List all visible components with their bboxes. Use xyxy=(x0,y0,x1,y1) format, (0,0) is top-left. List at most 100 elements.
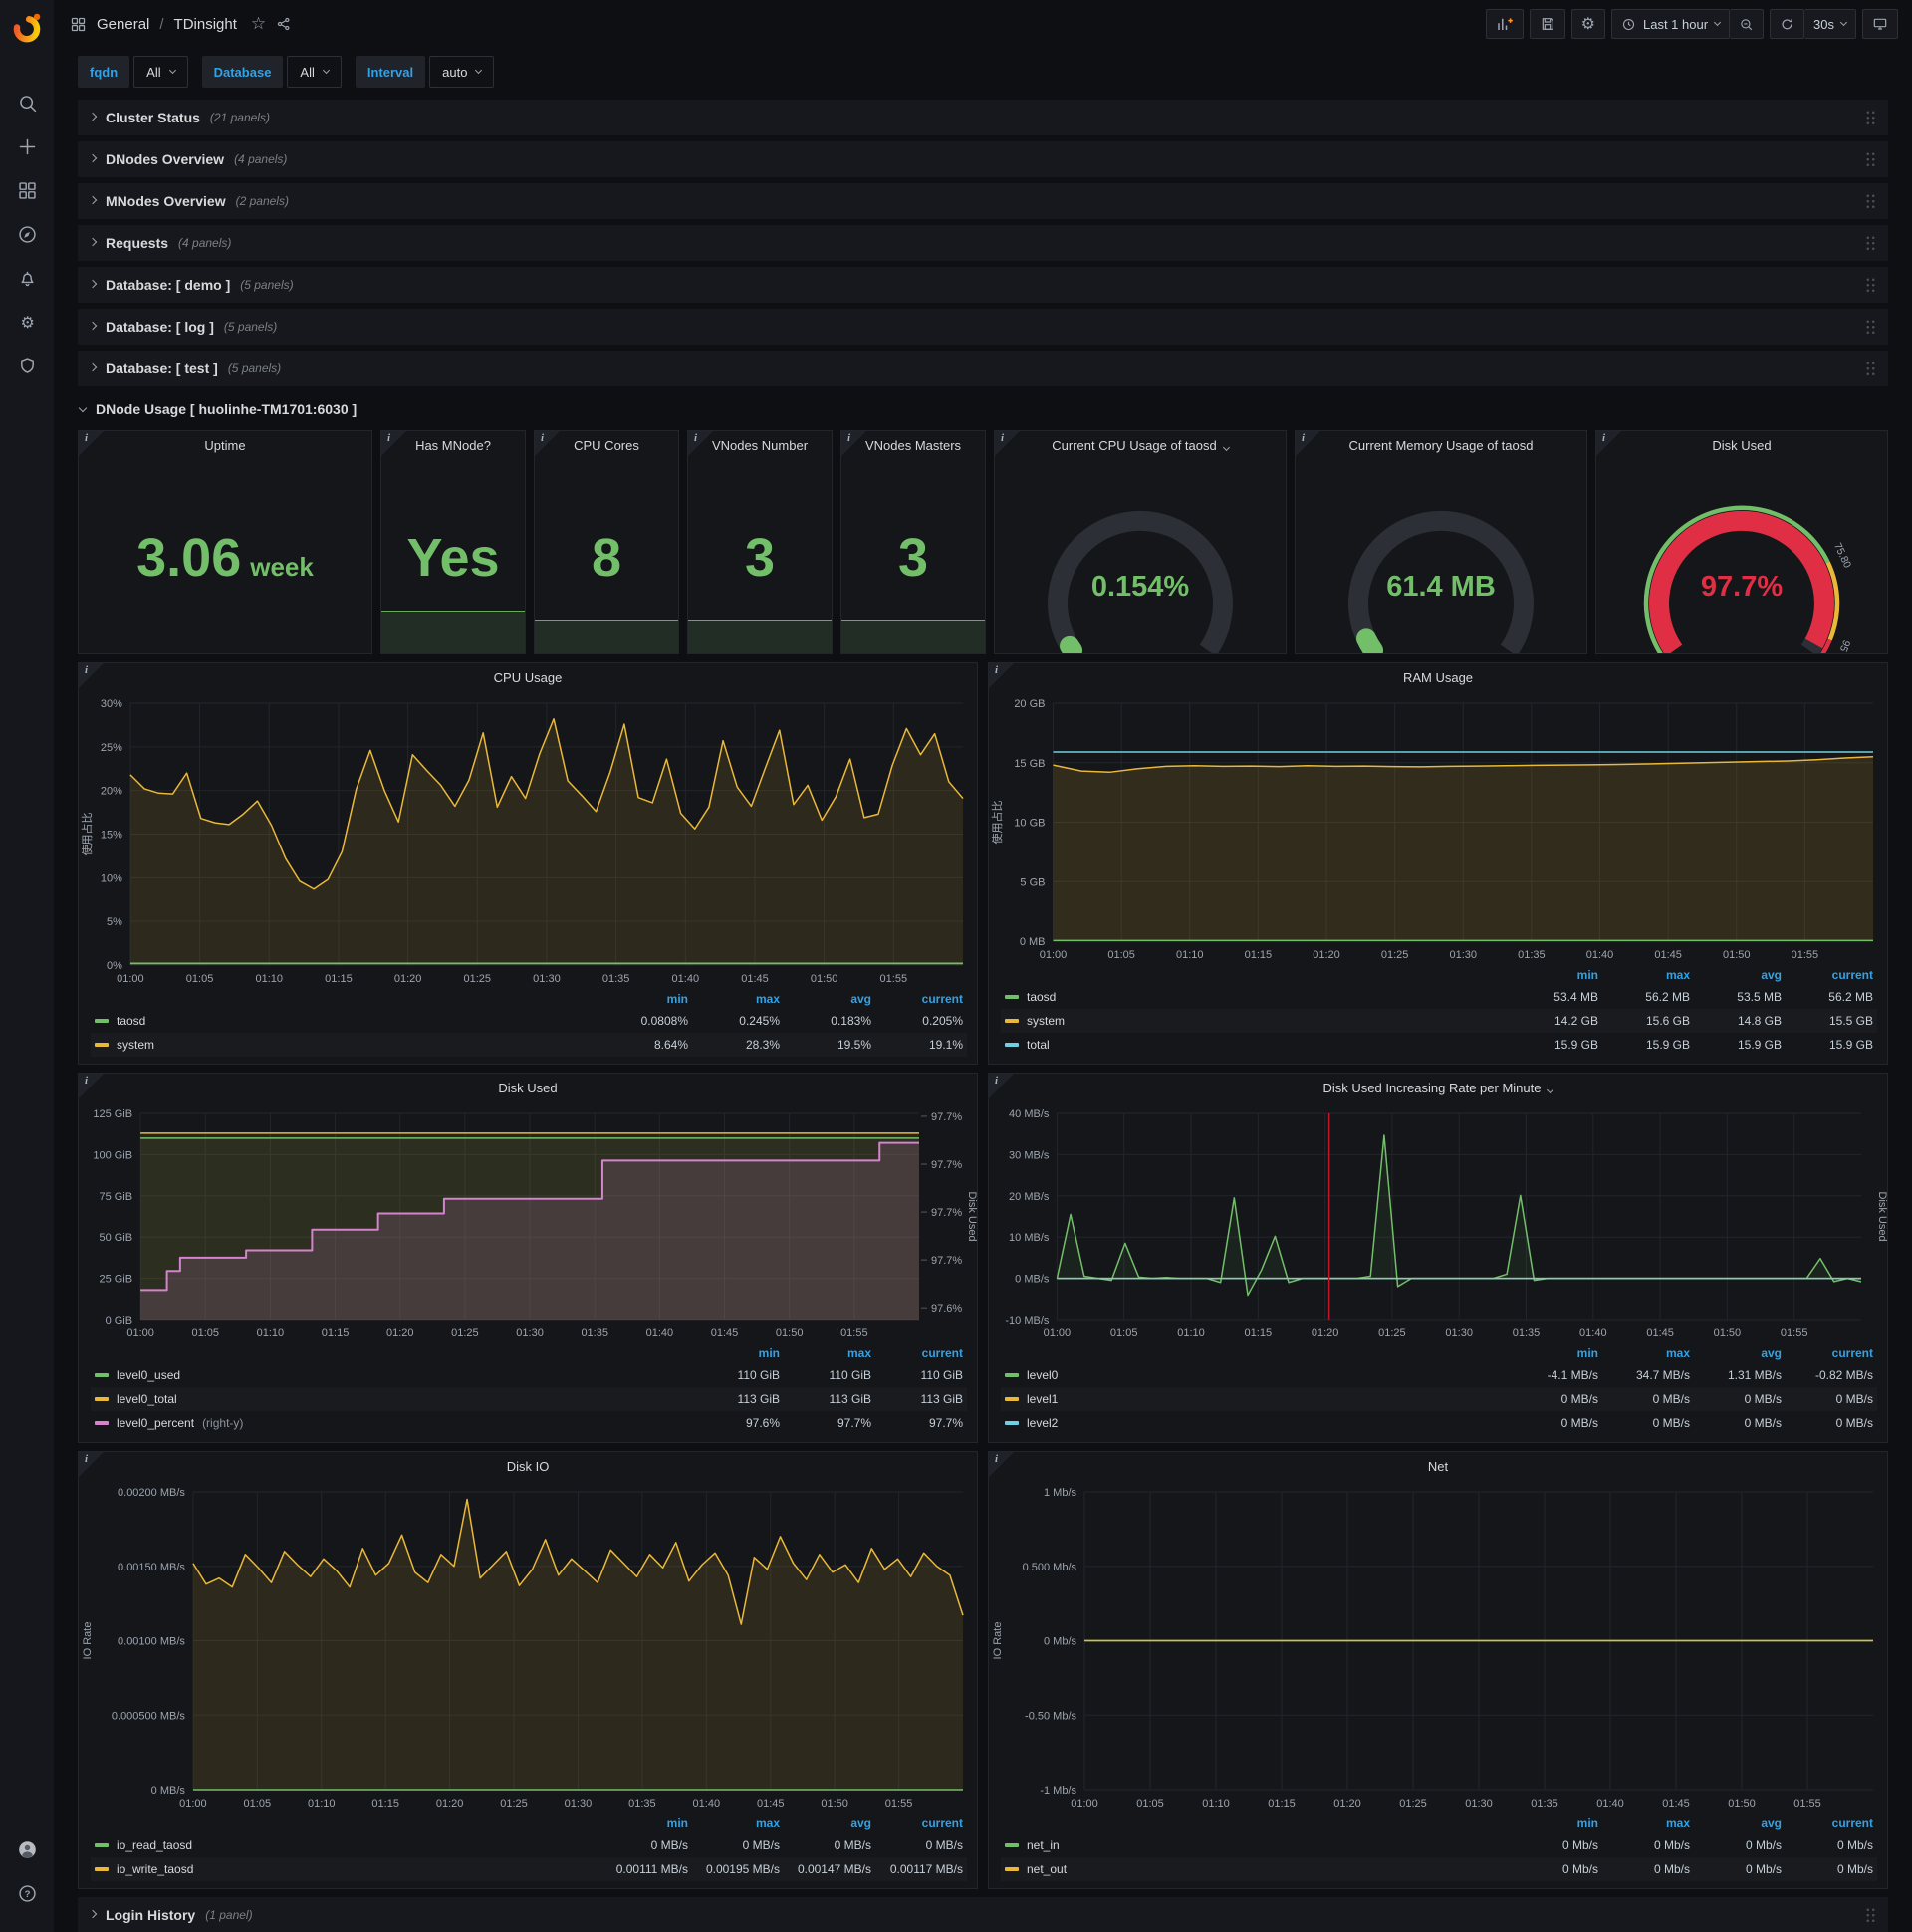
refresh-button[interactable] xyxy=(1770,9,1805,39)
panel-title[interactable]: Net xyxy=(989,1452,1887,1482)
sidebar-plus-button[interactable] xyxy=(0,127,54,171)
share-icon[interactable] xyxy=(276,16,292,32)
legend-series-name[interactable]: level0_percent (right-y) xyxy=(95,1416,688,1430)
zoom-out-button[interactable] xyxy=(1730,9,1765,39)
row-drag-handle[interactable] xyxy=(1865,192,1876,210)
svg-text:01:55: 01:55 xyxy=(1781,1328,1808,1339)
row-drag-handle[interactable] xyxy=(1865,109,1876,126)
sidebar-search-button[interactable] xyxy=(0,84,54,127)
svg-text:01:40: 01:40 xyxy=(1579,1328,1607,1339)
row-panel-count: (5 panels) xyxy=(227,362,282,375)
svg-text:0 Mb/s: 0 Mb/s xyxy=(1044,1636,1077,1648)
legend-series-name[interactable]: system xyxy=(1005,1014,1507,1028)
legend-value: 97.7% xyxy=(836,1416,871,1430)
panel-title[interactable]: Current Memory Usage of taosd xyxy=(1296,431,1586,461)
legend-series-name[interactable]: net_in xyxy=(1005,1838,1507,1852)
row-login-history[interactable]: Login History (1 panel) xyxy=(78,1897,1888,1932)
page-title[interactable]: TDinsight xyxy=(174,16,237,33)
sidebar-explore-button[interactable] xyxy=(0,215,54,259)
legend-series-name[interactable]: io_write_taosd xyxy=(95,1862,597,1876)
row-drag-handle[interactable] xyxy=(1865,276,1876,294)
svg-text:0.154%: 0.154% xyxy=(1091,571,1190,603)
row-panel-count: (2 panels) xyxy=(235,194,289,208)
legend-series-name[interactable]: level1 xyxy=(1005,1392,1507,1406)
legend-series-name[interactable]: io_read_taosd xyxy=(95,1838,597,1852)
legend-series-name[interactable]: net_out xyxy=(1005,1862,1507,1876)
svg-text:01:55: 01:55 xyxy=(1793,1798,1821,1810)
grafana-logo-icon[interactable] xyxy=(10,10,44,44)
sidebar-avatar-button[interactable] xyxy=(0,1830,54,1874)
row-drag-handle[interactable] xyxy=(1865,234,1876,252)
panel-title[interactable]: CPU Usage xyxy=(79,663,977,693)
panel-title[interactable]: VNodes Number xyxy=(688,431,832,461)
panel-title[interactable]: CPU Cores xyxy=(535,431,678,461)
svg-text:01:30: 01:30 xyxy=(516,1328,544,1339)
chart-plot-area: 01:00 01:05 01:10 01:15 01:20 01:25 01:30 01:35… xyxy=(989,1103,1887,1343)
row-database-test[interactable]: Database: [ test ] (5 panels) xyxy=(78,351,1888,386)
panel-title[interactable]: Current CPU Usage of taosd xyxy=(995,431,1286,461)
panel-title[interactable]: RAM Usage xyxy=(989,663,1887,693)
legend-series-name[interactable]: total xyxy=(1005,1038,1507,1052)
legend-series-name[interactable]: level2 xyxy=(1005,1416,1507,1430)
variable-value-dropdown[interactable]: All xyxy=(133,56,188,88)
add-panel-button[interactable] xyxy=(1485,9,1524,39)
sidebar-alerting-button[interactable] xyxy=(0,259,54,303)
chevron-right-icon xyxy=(88,362,98,371)
legend-series-name[interactable]: level0 xyxy=(1005,1368,1507,1382)
legend-series-name[interactable]: level0_used xyxy=(95,1368,688,1382)
breadcrumb-section[interactable]: General xyxy=(97,16,149,33)
legend-series-name[interactable]: level0_total xyxy=(95,1392,688,1406)
time-range-picker[interactable]: Last 1 hour xyxy=(1610,9,1731,39)
legend-row: level0_percent (right-y) 97.6% 97.7% 97.7% xyxy=(91,1411,967,1435)
row-database-demo[interactable]: Database: [ demo ] (5 panels) xyxy=(78,267,1888,303)
row-drag-handle[interactable] xyxy=(1865,318,1876,336)
panel-title[interactable]: Disk IO xyxy=(79,1452,977,1482)
legend-value: 15.9 GB xyxy=(1828,1038,1873,1052)
chevron-right-icon xyxy=(88,195,98,204)
panel-uptime: i Uptime 3.06 week xyxy=(78,430,372,654)
legend-series-label: level2 xyxy=(1027,1416,1059,1430)
row-drag-handle[interactable] xyxy=(1865,150,1876,168)
row-dnode-usage[interactable]: DNode Usage [ huolinhe-TM1701:6030 ] xyxy=(78,392,1888,426)
row-drag-handle[interactable] xyxy=(1865,1906,1876,1924)
variable-value-dropdown[interactable]: All xyxy=(287,56,342,88)
row-mnodes-overview[interactable]: MNodes Overview (2 panels) xyxy=(78,183,1888,219)
row-drag-handle[interactable] xyxy=(1865,360,1876,377)
sidebar-admin-button[interactable] xyxy=(0,347,54,390)
panel-title-text: RAM Usage xyxy=(1402,670,1474,685)
row-panel-count: (4 panels) xyxy=(234,152,288,166)
dashboard-grid-icon[interactable] xyxy=(70,16,87,33)
row-dnodes-overview[interactable]: DNodes Overview (4 panels) xyxy=(78,141,1888,177)
row-cluster-status[interactable]: Cluster Status (21 panels) xyxy=(78,100,1888,135)
panel-title[interactable]: Disk Used xyxy=(79,1074,977,1103)
cycle-view-mode-button[interactable] xyxy=(1862,9,1898,39)
star-icon[interactable]: ☆ xyxy=(251,14,266,34)
row-database-log[interactable]: Database: [ log ] (5 panels) xyxy=(78,309,1888,345)
legend-series-name[interactable]: taosd xyxy=(1005,990,1507,1004)
svg-text:01:30: 01:30 xyxy=(1465,1798,1493,1810)
legend-series-name[interactable]: taosd xyxy=(95,1014,597,1028)
legend-series-name[interactable]: system xyxy=(95,1038,597,1052)
sidebar-configuration-button[interactable]: ⚙ xyxy=(0,303,54,347)
panel-title[interactable]: Has MNode? xyxy=(381,431,525,461)
row-requests[interactable]: Requests (4 panels) xyxy=(78,225,1888,261)
legend-series-label: level0_percent xyxy=(117,1416,195,1430)
chevron-down-icon xyxy=(1547,1086,1554,1094)
variable-value-dropdown[interactable]: auto xyxy=(429,56,495,88)
panel-title[interactable]: VNodes Masters xyxy=(841,431,985,461)
refresh-interval-picker[interactable]: 30s xyxy=(1804,9,1856,39)
svg-text:10 MB/s: 10 MB/s xyxy=(1009,1232,1050,1244)
legend-value: 56.2 MB xyxy=(1828,990,1873,1004)
panel-cpu-usage: i CPU Usage 01:00 01:05 01:10 01:15 01:20 01:25… xyxy=(78,662,978,1065)
svg-text:15%: 15% xyxy=(101,830,122,842)
save-dashboard-button[interactable] xyxy=(1529,9,1565,39)
variable-interval: Interval auto xyxy=(355,56,495,88)
chevron-down-icon xyxy=(1839,18,1848,27)
panel-title[interactable]: Uptime xyxy=(79,431,371,461)
clock-icon xyxy=(1622,18,1635,30)
panel-title[interactable]: Disk Used Increasing Rate per Minute xyxy=(989,1074,1887,1103)
sidebar-dashboards-button[interactable] xyxy=(0,171,54,215)
dashboard-settings-button[interactable]: ⚙ xyxy=(1570,9,1605,39)
panel-title[interactable]: Disk Used xyxy=(1596,431,1887,461)
sidebar-help-button[interactable]: ? xyxy=(0,1874,54,1918)
